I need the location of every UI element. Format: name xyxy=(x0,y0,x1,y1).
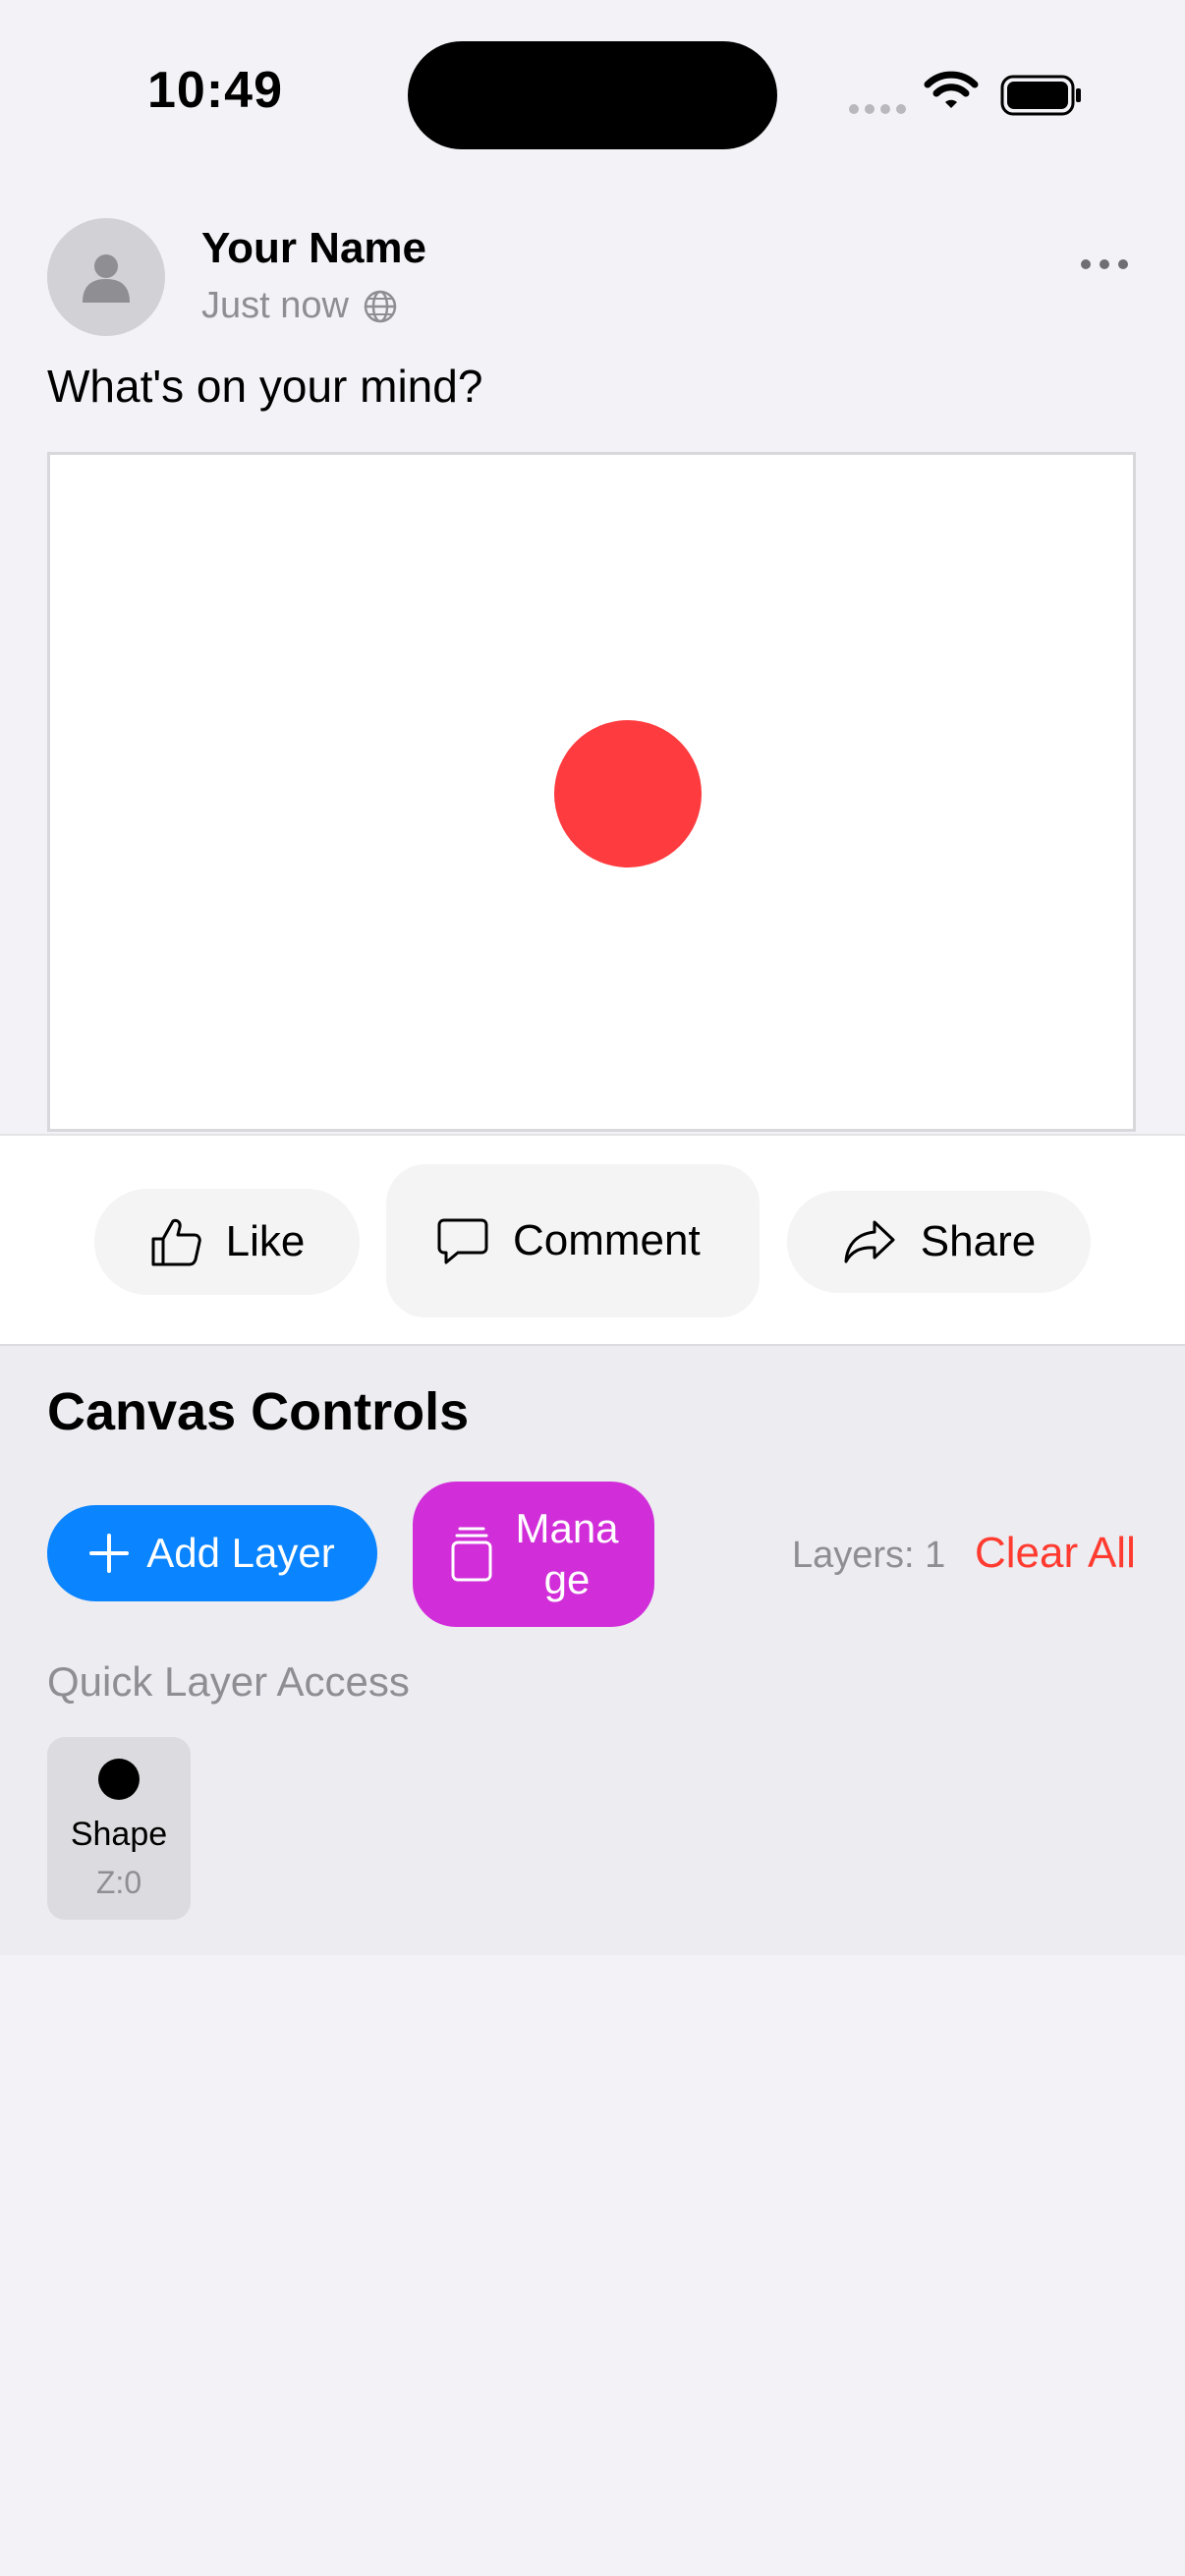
plus-icon xyxy=(89,1534,130,1573)
quick-layer-access-title: Quick Layer Access xyxy=(47,1658,410,1705)
add-layer-button[interactable]: Add Layer xyxy=(47,1505,377,1601)
globe-icon xyxy=(364,290,397,322)
author-name: Your Name xyxy=(201,224,427,272)
share-arrow-icon xyxy=(844,1220,895,1263)
like-label: Like xyxy=(225,1217,306,1265)
manage-label: Manage xyxy=(515,1505,619,1602)
post-meta: Just now xyxy=(201,285,398,327)
layers-count: Layers: 1 xyxy=(792,1535,946,1576)
thumbs-up-icon xyxy=(151,1218,201,1266)
more-icon[interactable] xyxy=(1081,259,1128,269)
post-timestamp: Just now xyxy=(201,285,349,326)
status-bar: 10:49 xyxy=(0,0,1185,187)
shape-icon xyxy=(98,1759,140,1800)
comment-bubble-icon xyxy=(437,1218,488,1264)
canvas-controls-panel: Canvas Controls Add Layer Manage Layers:… xyxy=(0,1346,1185,1955)
comment-button[interactable]: Comment xyxy=(386,1164,760,1317)
layer-tile-label: Shape xyxy=(70,1816,168,1853)
like-button[interactable]: Like xyxy=(94,1189,360,1295)
controls-title: Canvas Controls xyxy=(47,1382,470,1441)
manage-layers-button[interactable]: Manage xyxy=(413,1482,654,1627)
dynamic-island xyxy=(408,41,777,149)
status-time: 10:49 xyxy=(147,62,283,119)
post-text: What's on your mind? xyxy=(47,361,483,412)
cellular-signal-icon xyxy=(849,104,906,114)
shape-layer-circle[interactable] xyxy=(554,720,702,868)
person-icon xyxy=(83,254,130,303)
add-layer-label: Add Layer xyxy=(146,1530,335,1576)
drawing-canvas[interactable] xyxy=(47,452,1136,1132)
clear-all-button[interactable]: Clear All xyxy=(975,1529,1136,1578)
layer-tile-z-index: Z:0 xyxy=(95,1865,142,1900)
wifi-icon xyxy=(924,71,979,108)
share-label: Share xyxy=(920,1217,1037,1265)
battery-icon xyxy=(1000,75,1081,116)
share-button[interactable]: Share xyxy=(787,1191,1091,1293)
layer-tile[interactable]: Shape Z:0 xyxy=(47,1737,191,1920)
comment-label: Comment xyxy=(513,1216,701,1264)
layers-icon xyxy=(451,1527,492,1582)
action-bar: Like Comment Share xyxy=(0,1134,1185,1346)
avatar[interactable] xyxy=(47,218,165,336)
